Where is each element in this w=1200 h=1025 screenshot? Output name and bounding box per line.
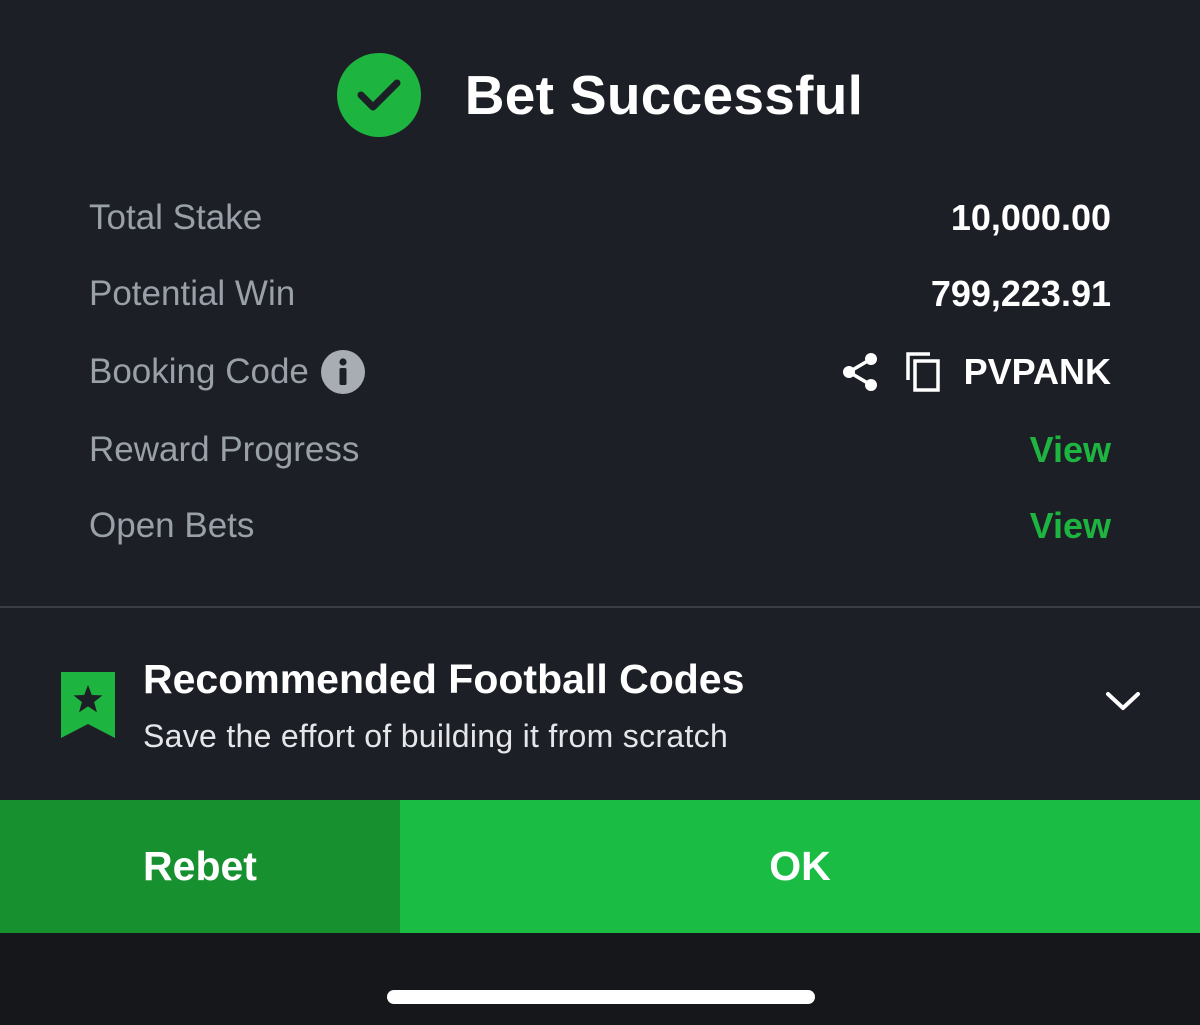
action-buttons: Rebet OK (0, 800, 1200, 933)
reward-progress-view-link[interactable]: View (1030, 429, 1111, 471)
open-bets-label: Open Bets (89, 506, 255, 545)
potential-win-label: Potential Win (89, 274, 296, 313)
bookmark-star-icon (61, 672, 115, 743)
recommended-title: Recommended Football Codes (143, 656, 745, 702)
total-stake-value: 10,000.00 (950, 197, 1111, 238)
info-icon[interactable] (320, 350, 365, 394)
page-title: Bet Successful (464, 64, 864, 126)
home-bar-area (0, 933, 1200, 1025)
bet-summary: Total Stake 10,000.00 Potential Win 799,… (89, 180, 1111, 564)
potential-win-row: Potential Win 799,223.91 (89, 256, 1111, 332)
open-bets-view-link[interactable]: View (1030, 505, 1111, 547)
potential-win-value: 799,223.91 (930, 273, 1111, 314)
bet-success-screen: Bet Successful Total Stake 10,000.00 Pot… (0, 0, 1200, 1025)
ok-button[interactable]: OK (400, 800, 1200, 933)
booking-code-value[interactable]: PVPANK (964, 351, 1111, 393)
booking-code-label: Booking Code (89, 352, 309, 391)
share-icon[interactable] (840, 351, 880, 393)
recommended-subtitle: Save the effort of building it from scra… (143, 718, 729, 754)
recommended-codes-section[interactable]: Recommended Football Codes Save the effo… (0, 608, 1200, 800)
open-bets-row: Open Bets View (89, 488, 1111, 564)
rebet-button[interactable]: Rebet (0, 800, 400, 933)
copy-icon[interactable] (904, 350, 944, 394)
check-circle-icon (336, 53, 421, 137)
header: Bet Successful (0, 0, 1200, 190)
reward-progress-row: Reward Progress View (89, 412, 1111, 488)
booking-code-row: Booking Code PVPANK (89, 332, 1111, 412)
total-stake-row: Total Stake 10,000.00 (89, 180, 1111, 256)
reward-progress-label: Reward Progress (89, 430, 360, 469)
chevron-down-icon[interactable] (1104, 688, 1142, 719)
home-indicator[interactable] (387, 990, 815, 1004)
total-stake-label: Total Stake (89, 198, 263, 237)
